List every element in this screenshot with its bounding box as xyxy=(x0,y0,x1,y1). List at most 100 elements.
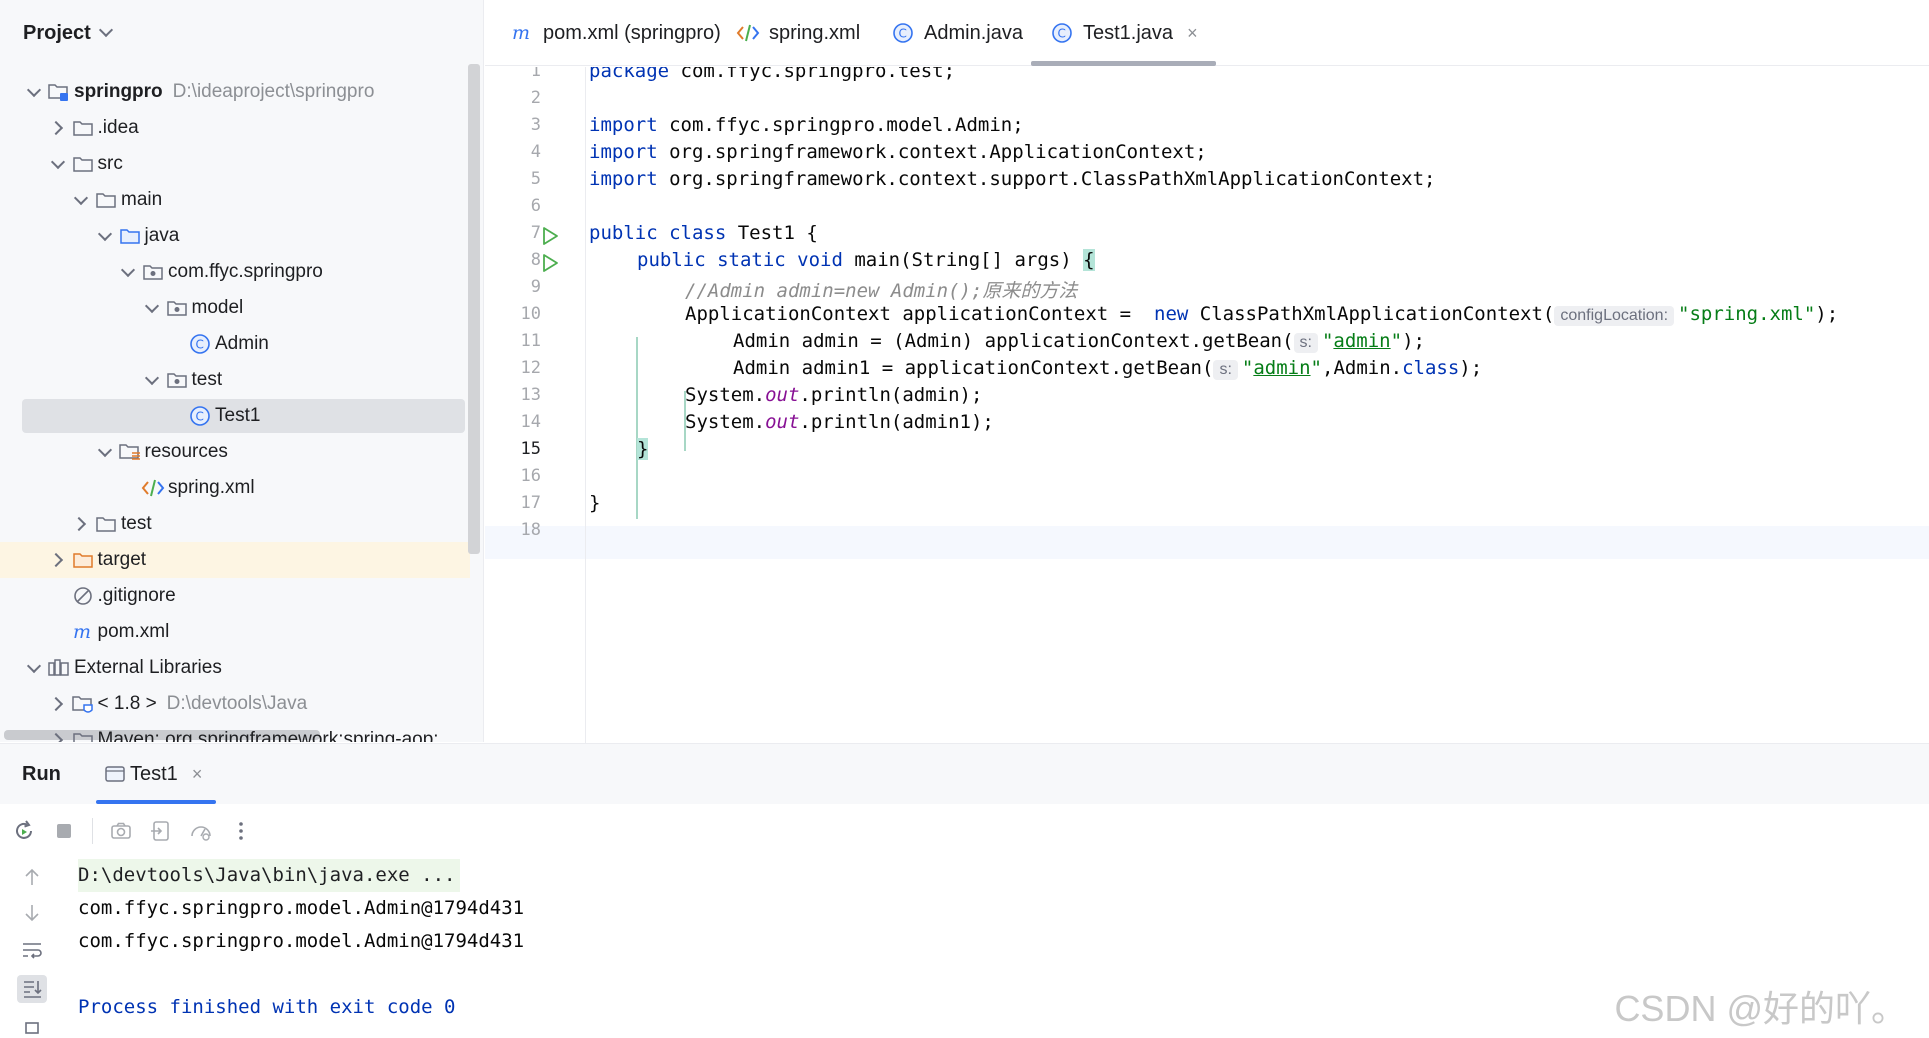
tree-item-label: Maven: org.springframework:spring-aop: xyxy=(97,729,439,742)
print-icon[interactable] xyxy=(20,1017,44,1038)
tree-item[interactable]: java xyxy=(0,218,470,254)
line-number: 3 xyxy=(530,115,541,135)
tree-item[interactable]: src xyxy=(0,146,470,182)
tree-item[interactable]: m pom.xml xyxy=(0,614,470,650)
parameter-hint: s: xyxy=(1293,333,1318,353)
line-number: 2 xyxy=(530,88,541,108)
close-icon[interactable]: × xyxy=(1187,23,1198,44)
tree-item-label: test xyxy=(191,369,223,390)
console-line: com.ffyc.springpro.model.Admin@1794d431 xyxy=(78,897,525,919)
editor-gutter[interactable]: 1 2 3 4 5 6 7 8 9 10 11 12 13 14 15 16 17 18 xyxy=(485,67,586,743)
chevron-down-icon[interactable] xyxy=(22,80,46,104)
tree-item[interactable]: target xyxy=(0,542,470,578)
tree-item[interactable]: resources xyxy=(0,434,470,470)
tab-label: Admin.java xyxy=(924,21,1023,44)
scroll-to-end-icon[interactable] xyxy=(17,974,47,1003)
stop-icon[interactable] xyxy=(52,819,76,843)
tree-item-label: springpro xyxy=(74,81,163,102)
line-number: 15 xyxy=(520,439,541,459)
chevron-right-icon[interactable] xyxy=(46,548,70,572)
project-header[interactable]: Project xyxy=(0,0,483,66)
run-tab-test1[interactable]: Test1 × xyxy=(95,744,217,804)
tree-item[interactable]: C Test1 xyxy=(0,398,470,434)
maven-file-icon: m xyxy=(509,21,535,45)
tree-vertical-scrollbar[interactable] xyxy=(468,64,480,554)
tree-item[interactable]: Maven: org.springframework:spring-aop: xyxy=(0,722,470,742)
chevron-right-icon[interactable] xyxy=(46,692,70,716)
close-icon[interactable]: × xyxy=(192,764,203,785)
line-number: 13 xyxy=(520,385,541,405)
tab-label: spring.xml xyxy=(769,21,861,44)
soft-wrap-icon[interactable] xyxy=(20,939,44,961)
run-gutter-icon[interactable] xyxy=(540,253,560,273)
tree-item[interactable]: test xyxy=(0,362,470,398)
tab-spring-xml[interactable]: spring.xml xyxy=(735,0,860,66)
line-number: 16 xyxy=(520,466,541,486)
tree-item-label: .idea xyxy=(97,117,139,138)
maven-file-icon: m xyxy=(70,620,96,644)
jdk-icon xyxy=(70,692,96,716)
scroll-down-icon[interactable] xyxy=(20,902,44,924)
tree-item-path: D:\devtools\Java xyxy=(166,693,308,714)
line-number: 4 xyxy=(530,142,541,162)
tree-item[interactable]: springpro D:\ideaproject\springpro xyxy=(0,74,470,110)
tree-item[interactable]: < 1.8 > D:\devtools\Java xyxy=(0,686,470,722)
run-gutter-icon[interactable] xyxy=(540,226,560,246)
chevron-down-icon[interactable] xyxy=(116,260,140,284)
resources-folder-icon xyxy=(117,440,143,464)
chevron-down-icon[interactable] xyxy=(140,368,164,392)
tree-item[interactable]: com.ffyc.springpro xyxy=(0,254,470,290)
more-icon[interactable] xyxy=(229,819,253,843)
line-number: 1 xyxy=(530,67,541,81)
chevron-down-icon[interactable] xyxy=(93,440,117,464)
exit-icon[interactable] xyxy=(149,819,173,843)
chevron-right-icon[interactable] xyxy=(69,512,93,536)
tab-label: Test1.java xyxy=(1083,21,1174,44)
tree-item[interactable]: model xyxy=(0,290,470,326)
watermark: CSDN @好的吖。 xyxy=(1614,988,1907,1029)
line-number: 6 xyxy=(530,196,541,216)
tree-item[interactable]: test xyxy=(0,506,470,542)
console-output[interactable]: D:\devtools\Java\bin\java.exe ... com.ff… xyxy=(78,859,524,1024)
code-editor[interactable]: 1 2 3 4 5 6 7 8 9 10 11 12 13 14 15 16 17 18 package com.… xyxy=(485,67,1929,743)
chevron-right-icon[interactable] xyxy=(46,116,70,140)
chevron-down-icon[interactable] xyxy=(22,656,46,680)
tree-item[interactable]: C Admin xyxy=(0,326,470,362)
tab-pom-xml[interactable]: m pom.xml (springpro) xyxy=(509,0,721,66)
parameter-hint: s: xyxy=(1213,360,1238,380)
class-icon: C xyxy=(890,21,916,45)
run-header: Run Test1 × xyxy=(0,744,1929,804)
ignored-file-icon xyxy=(70,584,96,608)
rerun-icon[interactable] xyxy=(12,819,36,843)
scroll-up-icon[interactable] xyxy=(20,866,44,888)
xml-file-icon xyxy=(140,476,166,500)
current-line-highlight xyxy=(485,526,1929,559)
code-line-17: } xyxy=(589,492,601,514)
package-icon xyxy=(164,296,190,320)
code-line-10: ApplicationContext applicationContext = … xyxy=(685,303,1839,326)
code-line-15: } xyxy=(637,438,649,460)
tree-item[interactable]: .idea xyxy=(0,110,470,146)
screenshot-icon[interactable] xyxy=(109,819,133,843)
chevron-right-icon[interactable] xyxy=(46,728,70,742)
parameter-hint: configLocation: xyxy=(1554,306,1675,326)
chevron-down-icon[interactable] xyxy=(98,22,113,38)
tab-test1-java[interactable]: C Test1.java × xyxy=(1031,0,1216,66)
tree-item[interactable]: External Libraries xyxy=(0,650,470,686)
line-number: 9 xyxy=(530,277,541,297)
tree-item[interactable]: .gitignore xyxy=(0,578,470,614)
chevron-down-icon[interactable] xyxy=(140,296,164,320)
chevron-down-icon[interactable] xyxy=(69,188,93,212)
tree-item[interactable]: spring.xml xyxy=(0,470,470,506)
profiler-icon[interactable] xyxy=(189,819,213,843)
line-number: 18 xyxy=(520,520,541,540)
svg-text:m: m xyxy=(512,23,530,43)
library-folder-icon xyxy=(70,728,96,742)
svg-text:C: C xyxy=(1058,27,1066,41)
tab-admin-java[interactable]: C Admin.java xyxy=(890,0,1023,66)
tree-item[interactable]: main xyxy=(0,182,470,218)
chevron-down-icon[interactable] xyxy=(46,152,70,176)
project-title[interactable]: Project xyxy=(23,22,91,45)
chevron-down-icon[interactable] xyxy=(93,224,117,248)
